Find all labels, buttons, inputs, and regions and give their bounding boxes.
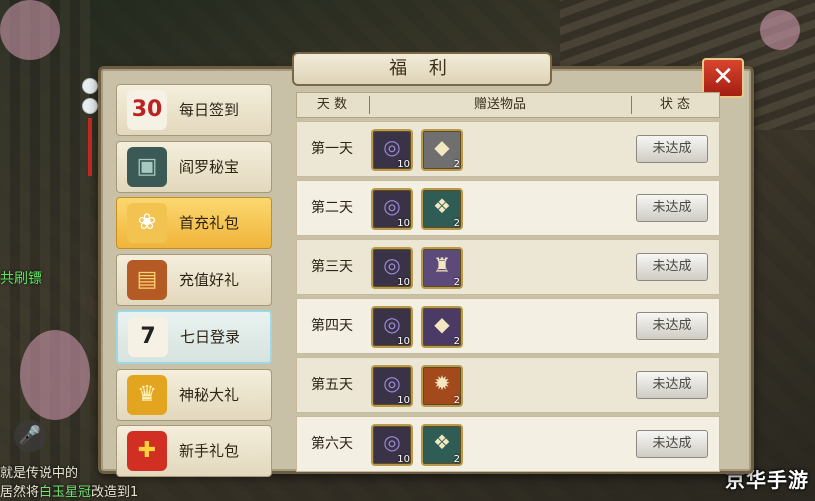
red-gift-box-icon: ✚ <box>127 431 167 471</box>
ring-glyph-icon: ◎ <box>383 194 401 218</box>
chat-text: 居然将 <box>0 485 40 500</box>
fire-phoenix-icon[interactable]: ✹ 2 <box>421 365 463 407</box>
treasure-chest-icon: ▤ <box>127 259 167 300</box>
item-count: 10 <box>397 395 410 406</box>
calendar-7-icon: 7 <box>128 317 168 357</box>
item-count: 10 <box>397 218 410 229</box>
status-button[interactable]: 未达成 <box>636 253 708 281</box>
status-button[interactable]: 未达成 <box>636 194 708 222</box>
day-label: 第三天 <box>311 259 353 275</box>
mount-token-icon[interactable]: ◎ 10 <box>371 188 413 230</box>
ring-glyph-icon: ◎ <box>383 430 401 454</box>
mount-token-icon[interactable]: ◎ 10 <box>371 365 413 407</box>
table-row: 第三天 ◎ 10 ♜ 2 未达成 <box>296 239 720 295</box>
treasure-chest-dark-icon: ▣ <box>127 146 167 187</box>
header-status: 状 态 <box>659 97 691 112</box>
mount-token-icon[interactable]: ◎ 10 <box>371 424 413 466</box>
day-label: 第一天 <box>311 141 353 157</box>
menu-item[interactable]: 30 每日签到 <box>116 84 272 136</box>
white-beast-icon[interactable]: ◆ 2 <box>421 129 463 171</box>
item-count: 2 <box>453 395 460 406</box>
item-count: 2 <box>453 159 460 170</box>
pet-glyph-icon: ❖ <box>433 430 451 454</box>
menu-item-label: 首充礼包 <box>179 214 240 232</box>
item-link[interactable]: 白玉星冠 <box>39 485 91 500</box>
ring-glyph-icon: ◎ <box>383 135 401 159</box>
chat-message: 就是传说中的 <box>0 462 78 481</box>
table-row: 第六天 ◎ 10 ❖ 2 未达成 <box>296 416 720 472</box>
menu-item[interactable]: ❀ 首充礼包 <box>116 197 272 249</box>
header-items: 赠送物品 <box>473 97 526 112</box>
item-count: 10 <box>397 277 410 288</box>
welfare-menu: 30 每日签到 ▣ 阎罗秘宝 ❀ 首充礼包 ▤ 充值好礼 7 七日登录 ♛ 神秘大礼 ✚ 新手礼包 <box>116 84 272 482</box>
chat-message: 居然将白玉星冠改造到1 <box>0 481 138 500</box>
day-label: 第四天 <box>311 318 353 334</box>
item-count: 2 <box>453 218 460 229</box>
header-day: 天 数 <box>316 97 348 112</box>
item-count: 2 <box>453 277 460 288</box>
cherry-blossom-decoration <box>760 10 800 50</box>
item-count: 2 <box>453 454 460 465</box>
seven-day-reward-table: 天 数 赠送物品 状 态 第一天 ◎ 10 ◆ 2 未达成 第二天 ◎ 10 ❖ 2 未达成 第三天 ◎ 1… <box>296 92 720 472</box>
pet-glyph-icon: ❖ <box>433 194 451 218</box>
guild-escort-tag[interactable]: 共刷镖 <box>0 268 42 288</box>
pet-glyph-icon: ◆ <box>434 135 450 159</box>
menu-item[interactable]: ♛ 神秘大礼 <box>116 368 272 421</box>
table-body: 第一天 ◎ 10 ◆ 2 未达成 第二天 ◎ 10 ❖ 2 未达成 第三天 ◎ 10 ♜ 2 未达成 第四天 ◎ 10 ◆… <box>296 121 720 472</box>
status-button[interactable]: 未达成 <box>636 430 708 458</box>
menu-item-label: 七日登录 <box>180 328 241 346</box>
pet-glyph-icon: ◆ <box>434 312 450 336</box>
table-row: 第五天 ◎ 10 ✹ 2 未达成 <box>296 357 720 413</box>
menu-item-label: 阎罗秘宝 <box>179 157 240 176</box>
voice-chat-mic-icon[interactable]: 🎤 <box>14 420 46 452</box>
table-row: 第二天 ◎ 10 ❖ 2 未达成 <box>296 180 720 236</box>
green-dragon-icon[interactable]: ❖ 2 <box>421 424 463 466</box>
chat-text: 改造到1 <box>91 485 139 500</box>
table-row: 第一天 ◎ 10 ◆ 2 未达成 <box>296 121 720 177</box>
green-dragon-icon[interactable]: ❖ 2 <box>421 188 463 230</box>
menu-item[interactable]: ▣ 阎罗秘宝 <box>116 140 272 193</box>
menu-item-label: 新手礼包 <box>179 442 240 460</box>
purple-beast-icon[interactable]: ◆ 2 <box>421 306 463 348</box>
item-count: 10 <box>397 454 410 465</box>
calendar-30-icon: 30 <box>127 90 167 130</box>
day-label: 第六天 <box>311 436 353 452</box>
table-row: 第四天 ◎ 10 ◆ 2 未达成 <box>296 298 720 354</box>
menu-item[interactable]: 7 七日登录 <box>116 310 272 364</box>
menu-item-label: 神秘大礼 <box>179 385 240 404</box>
ring-glyph-icon: ◎ <box>383 312 401 336</box>
pet-glyph-icon: ♜ <box>433 253 451 277</box>
status-button[interactable]: 未达成 <box>636 371 708 399</box>
gift-bag-icon: ❀ <box>127 203 167 243</box>
item-count: 10 <box>397 159 410 170</box>
mount-token-icon[interactable]: ◎ 10 <box>371 129 413 171</box>
cherry-blossom-decoration <box>20 330 90 420</box>
panel-title: 福 利 <box>292 52 552 86</box>
chat-text: 就是传说中的 <box>0 466 79 481</box>
pet-glyph-icon: ✹ <box>433 371 451 395</box>
mount-token-icon[interactable]: ◎ 10 <box>371 247 413 289</box>
status-button[interactable]: 未达成 <box>636 312 708 340</box>
mount-token-icon[interactable]: ◎ 10 <box>371 306 413 348</box>
status-button[interactable]: 未达成 <box>636 135 708 163</box>
item-count: 10 <box>397 336 410 347</box>
golden-chest-icon: ♛ <box>127 374 167 415</box>
ring-glyph-icon: ◎ <box>383 371 401 395</box>
menu-item-label: 每日签到 <box>179 101 240 119</box>
warrior-portrait-icon[interactable]: ♜ 2 <box>421 247 463 289</box>
item-count: 2 <box>453 336 460 347</box>
day-label: 第五天 <box>311 377 353 393</box>
jade-pendant-ornament <box>82 78 98 176</box>
cherry-blossom-decoration <box>0 0 60 60</box>
ring-glyph-icon: ◎ <box>383 253 401 277</box>
day-label: 第二天 <box>311 200 353 216</box>
background-building <box>0 0 90 501</box>
menu-item-label: 充值好礼 <box>179 270 240 289</box>
menu-item[interactable]: ▤ 充值好礼 <box>116 253 272 306</box>
table-header: 天 数 赠送物品 状 态 <box>296 92 720 118</box>
menu-item[interactable]: ✚ 新手礼包 <box>116 425 272 477</box>
